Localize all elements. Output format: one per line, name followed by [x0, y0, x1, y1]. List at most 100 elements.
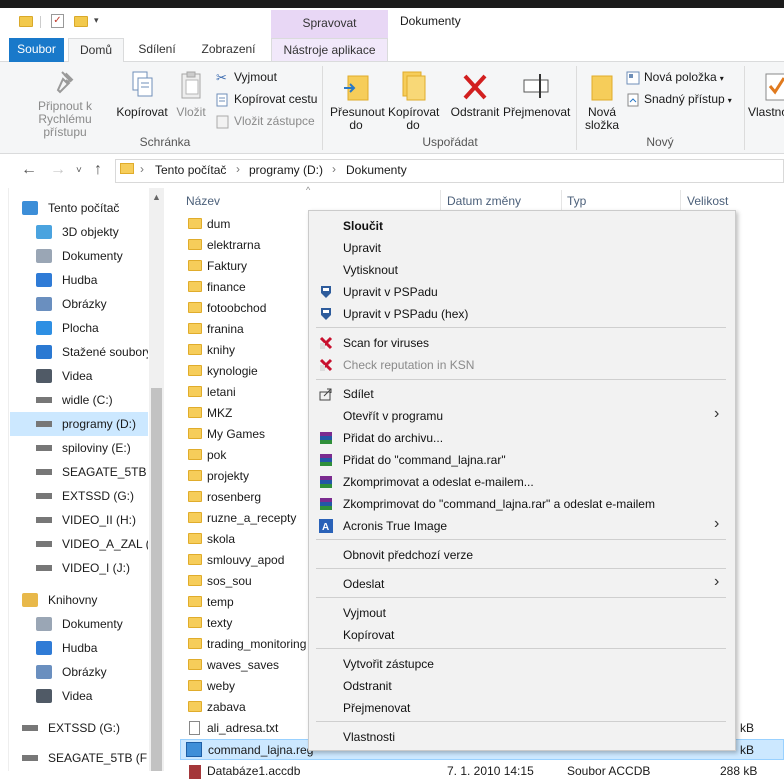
menu-add-rar[interactable]: Přidat do "command_lajna.rar" [343, 450, 506, 470]
menu-check-reputation[interactable]: Check reputation in KSN [343, 355, 474, 375]
tab-home[interactable]: Domů [68, 38, 124, 63]
menu-edit-pspad-hex[interactable]: Upravit v PSPadu (hex) [343, 304, 468, 324]
delete-button[interactable]: Odstranit [447, 70, 503, 119]
sidebar-scroll-thumb[interactable] [151, 388, 162, 771]
sidebar-item[interactable]: spiloviny (E:) [10, 436, 148, 460]
column-date[interactable]: Datum změny [447, 194, 521, 208]
menu-separator [316, 568, 726, 569]
menu-copy[interactable]: Kopírovat [343, 625, 394, 645]
cube-icon [36, 225, 52, 239]
menu-separator [316, 721, 726, 722]
menu-restore-versions[interactable]: Obnovit předchozí verze [343, 545, 473, 565]
copy-to-button[interactable]: Kopírovat do [386, 70, 440, 132]
sidebar-item[interactable]: Stažené soubory [10, 340, 148, 364]
column-type[interactable]: Typ [567, 194, 586, 208]
up-arrow-icon[interactable]: ↑ [94, 161, 102, 179]
sidebar-item[interactable]: widle (C:) [10, 388, 148, 412]
sidebar-item[interactable]: EXTSSD (G:) [10, 484, 148, 508]
file-row[interactable]: Databáze1.accdb 7. 1. 2010 14:15 Soubor … [180, 761, 784, 782]
menu-acronis[interactable]: Acronis True Image [343, 516, 447, 536]
menu-compress-rar-email[interactable]: Zkomprimovat do "command_lajna.rar" a od… [343, 494, 655, 514]
recent-chevron-icon[interactable]: ˅ [76, 165, 82, 176]
folder-icon [188, 260, 202, 271]
menu-send-to[interactable]: Odeslat [343, 574, 384, 594]
copy-button[interactable]: Kopírovat [114, 70, 170, 119]
sidebar-item[interactable]: Hudba [10, 636, 148, 660]
move-to-button[interactable]: Přesunout do [326, 70, 386, 132]
qa-properties-icon[interactable]: ✓ [51, 14, 64, 28]
paste-button[interactable]: Vložit [172, 70, 210, 119]
menu-merge[interactable]: Sloučit [343, 216, 383, 236]
back-arrow-icon[interactable]: ← [21, 161, 37, 179]
sidebar-item[interactable]: Hudba [10, 268, 148, 292]
sidebar-item[interactable]: Plocha [10, 316, 148, 340]
sidebar-item[interactable]: VIDEO_A_ZAL (I: [10, 532, 148, 556]
sidebar-item[interactable]: Videa [10, 364, 148, 388]
properties-button[interactable]: Vlastno [748, 70, 784, 119]
cut-button[interactable]: ✂ Vyjmout [216, 68, 277, 86]
sidebar-item[interactable]: VIDEO_II (H:) [10, 508, 148, 532]
sidebar-item[interactable]: SEAGATE_5TB (F:) [10, 746, 148, 770]
qa-folder-icon[interactable] [19, 16, 33, 27]
tab-share[interactable]: Sdílení [131, 38, 183, 62]
menu-separator [316, 379, 726, 380]
folder-name: pok [207, 448, 227, 462]
menu-compress-email[interactable]: Zkomprimovat a odeslat e-mailem... [343, 472, 534, 492]
menu-properties[interactable]: Vlastnosti [343, 727, 395, 747]
breadcrumb-this-pc[interactable]: Tento počítač [155, 163, 226, 177]
menu-open-with[interactable]: Otevřít v programu [343, 406, 443, 426]
tab-view[interactable]: Zobrazení [196, 38, 261, 62]
qa-customize-chevron-icon[interactable]: ▾ [94, 15, 99, 31]
sidebar-item[interactable]: Knihovny [10, 588, 148, 612]
tab-file[interactable]: Soubor [9, 38, 64, 62]
sidebar-item[interactable]: VIDEO_I (J:) [10, 556, 148, 580]
sidebar-item[interactable]: 3D objekty [10, 220, 148, 244]
winrar-icon [318, 452, 334, 468]
menu-add-archive[interactable]: Přidat do archivu... [343, 428, 443, 448]
sidebar-item[interactable]: Obrázky [10, 292, 148, 316]
menu-edit[interactable]: Upravit [343, 238, 381, 258]
sidebar-item[interactable]: Tento počítač [10, 196, 148, 220]
paste-shortcut-button[interactable]: Vložit zástupce [216, 112, 315, 130]
sidebar-item[interactable]: programy (D:) [10, 412, 148, 436]
sidebar-item[interactable]: Dokumenty [10, 612, 148, 636]
breadcrumb-documents[interactable]: Dokumenty [346, 163, 407, 177]
menu-edit-pspad[interactable]: Upravit v PSPadu [343, 282, 438, 302]
sidebar-item[interactable]: EXTSSD (G:) [10, 716, 148, 740]
drive-icon [22, 755, 38, 761]
sidebar-item[interactable]: SEAGATE_5TB (F: [10, 460, 148, 484]
ribbon-divider [744, 66, 745, 150]
column-size[interactable]: Velikost [687, 194, 728, 208]
menu-rename[interactable]: Přejmenovat [343, 698, 410, 718]
forward-arrow-icon[interactable]: → [50, 161, 66, 179]
tab-app-tools[interactable]: Nástroje aplikace [271, 38, 388, 62]
copy-path-button[interactable]: Kopírovat cestu [216, 90, 317, 108]
menu-delete[interactable]: Odstranit [343, 676, 392, 696]
pin-quick-access-button[interactable]: Připnout k Rychlému přístupu [10, 70, 120, 139]
easy-access-button[interactable]: Snadný přístup ▾ [626, 90, 732, 108]
menu-scan-viruses[interactable]: Scan for viruses [343, 333, 429, 353]
paste-shortcut-label: Vložit zástupce [234, 114, 315, 128]
new-folder-button[interactable]: Nová složka [580, 70, 624, 132]
breadcrumb-separator-icon: › [140, 162, 144, 176]
sidebar-item-label: spiloviny (E:) [62, 441, 131, 455]
menu-share[interactable]: Sdílet [343, 384, 374, 404]
column-name[interactable]: Název [186, 194, 220, 208]
sidebar-item[interactable]: Dokumenty [10, 244, 148, 268]
menu-create-shortcut[interactable]: Vytvořit zástupce [343, 654, 434, 674]
menu-print[interactable]: Vytisknout [343, 260, 398, 280]
new-item-chevron-icon: ▾ [719, 74, 724, 83]
winrar-icon [318, 430, 334, 446]
sidebar-item[interactable]: Obrázky [10, 660, 148, 684]
scroll-up-icon[interactable]: ▲ [152, 192, 161, 202]
folder-name: franina [207, 322, 244, 336]
menu-cut[interactable]: Vyjmout [343, 603, 386, 623]
sidebar-item-label: programy (D:) [62, 417, 137, 431]
rename-button[interactable]: Přejmenovat [503, 70, 570, 119]
folder-name: projekty [207, 469, 250, 483]
breadcrumb-drive-d[interactable]: programy (D:) [249, 163, 323, 177]
new-item-button[interactable]: Nová položka ▾ [626, 68, 724, 86]
new-item-icon [626, 71, 640, 85]
sidebar-item[interactable]: Videa [10, 684, 148, 708]
qa-new-folder-icon[interactable] [74, 16, 88, 27]
